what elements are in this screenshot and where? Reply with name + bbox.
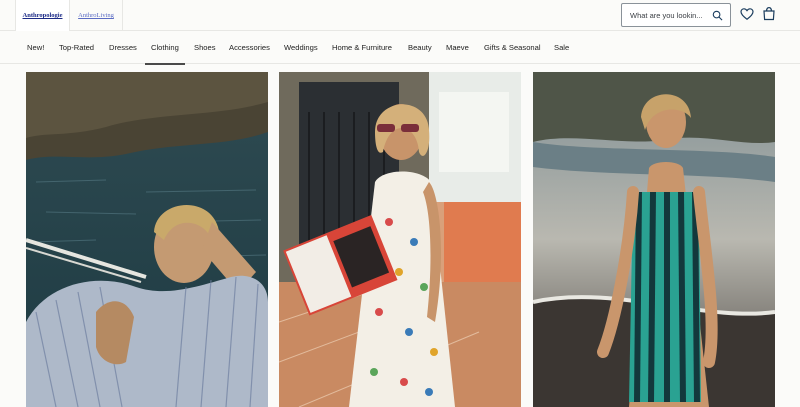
nav-item-accessories[interactable]: Accessories <box>229 31 270 64</box>
nav-item-home-furniture[interactable]: Home & Furniture <box>332 31 392 64</box>
hero-image-printed-dress[interactable] <box>279 72 521 407</box>
search-icon[interactable] <box>712 10 723 21</box>
nav-item-beauty[interactable]: Beauty <box>408 31 432 64</box>
hero-image-teal-striped-dress[interactable] <box>533 72 775 407</box>
nav-item-new[interactable]: New! <box>27 31 44 64</box>
brand-tab-anthroliving[interactable]: AnthroLiving <box>70 0 123 31</box>
nav-item-weddings[interactable]: Weddings <box>284 31 318 64</box>
brand-tab-anthropologie[interactable]: Anthropologie <box>15 0 70 31</box>
nav-item-clothing[interactable]: Clothing <box>145 31 185 65</box>
nav-item-maeve[interactable]: Maeve <box>446 31 469 64</box>
top-bar: Anthropologie AnthroLiving <box>0 0 800 31</box>
shopping-bag-icon[interactable] <box>762 6 776 21</box>
nav-item-top-rated[interactable]: Top-Rated <box>59 31 94 64</box>
heart-icon[interactable] <box>740 7 754 21</box>
nav-item-gifts-seasonal[interactable]: Gifts & Seasonal <box>484 31 541 64</box>
nav-item-shoes[interactable]: Shoes <box>194 31 216 64</box>
nav-item-dresses[interactable]: Dresses <box>109 31 137 64</box>
nav-item-sale[interactable]: Sale <box>554 31 569 64</box>
search-box[interactable] <box>621 3 731 27</box>
hero-image-striped-shirt[interactable] <box>26 72 268 407</box>
main-nav: New! Top-Rated Dresses Clothing Shoes Ac… <box>0 31 800 65</box>
search-input[interactable] <box>630 10 712 20</box>
